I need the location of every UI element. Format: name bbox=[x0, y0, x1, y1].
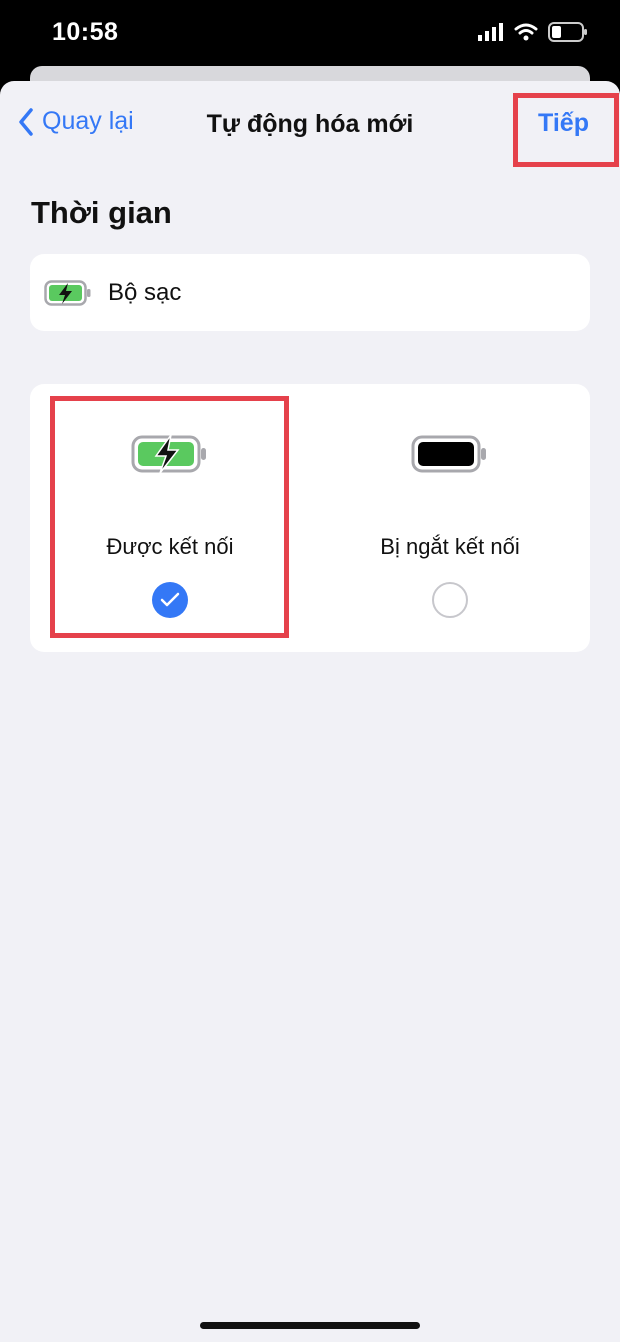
trigger-row[interactable]: Bộ sạc bbox=[30, 254, 590, 331]
status-bar: 10:58 bbox=[0, 0, 620, 70]
trigger-label: Bộ sạc bbox=[108, 278, 182, 306]
status-time: 10:58 bbox=[52, 18, 119, 46]
charger-options: Được kết nối Bị ngắt kết nối bbox=[30, 384, 590, 652]
option-disconnected[interactable]: Bị ngắt kết nối bbox=[310, 384, 590, 652]
battery-charging-icon bbox=[44, 278, 94, 308]
automation-sheet: Quay lại Tự động hóa mới Tiếp Thời gian … bbox=[0, 81, 620, 1342]
option-label: Bị ngắt kết nối bbox=[380, 534, 520, 559]
option-label: Được kết nối bbox=[106, 534, 234, 559]
section-title: Thời gian bbox=[31, 195, 172, 230]
home-indicator bbox=[200, 1322, 420, 1329]
navigation-bar: Quay lại Tự động hóa mới Tiếp bbox=[0, 81, 620, 169]
radio-checked[interactable] bbox=[152, 582, 188, 618]
page-title: Tự động hóa mới bbox=[206, 110, 414, 138]
battery-icon bbox=[548, 22, 587, 42]
radio-unchecked[interactable] bbox=[432, 582, 468, 618]
checkmark-icon bbox=[160, 592, 180, 607]
option-connected[interactable]: Được kết nối bbox=[30, 384, 310, 652]
next-button[interactable]: Tiếp bbox=[538, 109, 589, 138]
battery-charging-icon bbox=[30, 434, 310, 474]
status-icons bbox=[478, 22, 588, 42]
signal-icon bbox=[478, 23, 503, 41]
battery-full-icon bbox=[310, 434, 590, 474]
wifi-icon bbox=[514, 23, 538, 41]
